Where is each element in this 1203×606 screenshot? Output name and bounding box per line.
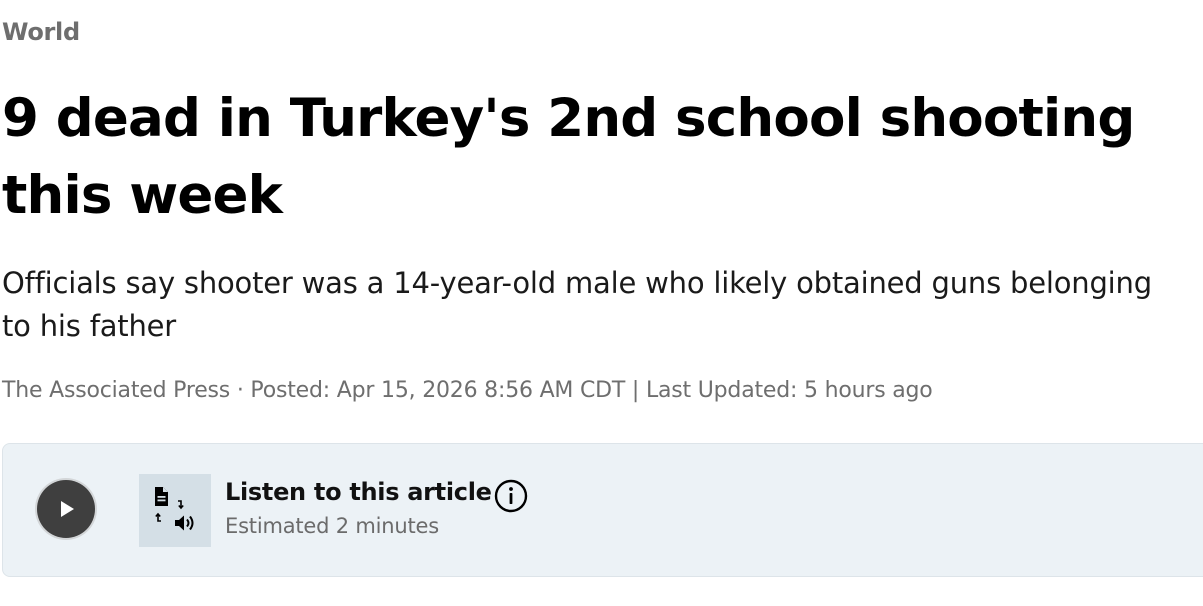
section-link-world[interactable]: World — [2, 18, 80, 46]
play-button[interactable] — [37, 480, 95, 538]
article-deck: Officials say shooter was a 14-year-old … — [2, 266, 1152, 343]
info-icon — [494, 479, 528, 513]
play-icon — [61, 501, 74, 517]
audio-player-card: Listen to this article Estimated 2 minut… — [2, 443, 1203, 577]
headline: 9 dead in Turkey's 2nd school shooting t… — [2, 88, 1135, 226]
audio-title: Listen to this article — [225, 478, 492, 506]
byline: The Associated Press · Posted: Apr 15, 2… — [2, 378, 933, 403]
text-to-speech-icon — [139, 474, 211, 547]
info-button[interactable] — [494, 479, 528, 513]
audio-duration: Estimated 2 minutes — [225, 514, 440, 538]
